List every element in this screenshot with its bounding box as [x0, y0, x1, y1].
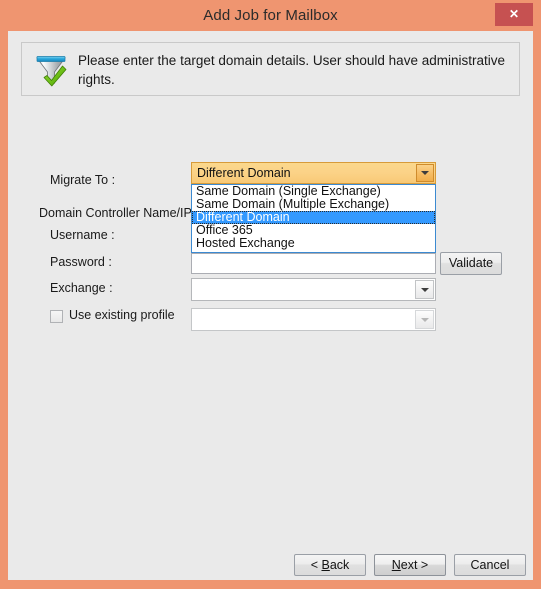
back-button-label: < Back: [310, 558, 350, 572]
password-input[interactable]: [191, 253, 436, 274]
chevron-down-icon[interactable]: [415, 280, 434, 299]
close-button[interactable]: ✕: [495, 3, 533, 26]
existing-profile-combobox[interactable]: [191, 308, 436, 331]
cancel-button[interactable]: Cancel: [454, 554, 526, 576]
window-title: Add Job for Mailbox: [203, 7, 338, 24]
use-existing-profile-checkbox[interactable]: [50, 310, 63, 323]
chevron-down-icon[interactable]: [416, 164, 434, 182]
back-button[interactable]: < Back: [294, 554, 366, 576]
label-domain-controller: Domain Controller Name/IP: [39, 206, 192, 220]
migrate-to-dropdown-list[interactable]: Same Domain (Single Exchange) Same Domai…: [191, 184, 436, 253]
label-migrate-to: Migrate To :: [50, 173, 116, 187]
instruction-banner: Please enter the target domain details. …: [21, 42, 520, 96]
label-password: Password :: [50, 255, 112, 269]
migrate-to-selected-value: Different Domain: [197, 166, 291, 180]
exchange-combobox[interactable]: [191, 278, 436, 301]
migrate-to-combobox[interactable]: Different Domain: [191, 162, 436, 184]
title-bar: Add Job for Mailbox ✕: [0, 0, 541, 31]
funnel-check-icon: [34, 53, 68, 87]
chevron-down-icon[interactable]: [415, 310, 434, 329]
next-button-label: Next >: [391, 558, 429, 572]
dialog-client-area: Please enter the target domain details. …: [8, 31, 533, 580]
label-username: Username :: [50, 228, 115, 242]
next-button[interactable]: Next >: [374, 554, 446, 576]
dialog-window: Add Job for Mailbox ✕ Please enter the t…: [0, 0, 541, 589]
validate-button[interactable]: Validate: [440, 252, 502, 275]
close-icon: ✕: [508, 7, 520, 21]
list-item[interactable]: Hosted Exchange: [192, 236, 435, 250]
instruction-text: Please enter the target domain details. …: [78, 53, 505, 87]
label-exchange: Exchange :: [50, 281, 113, 295]
use-existing-profile-label[interactable]: Use existing profile: [69, 308, 175, 322]
